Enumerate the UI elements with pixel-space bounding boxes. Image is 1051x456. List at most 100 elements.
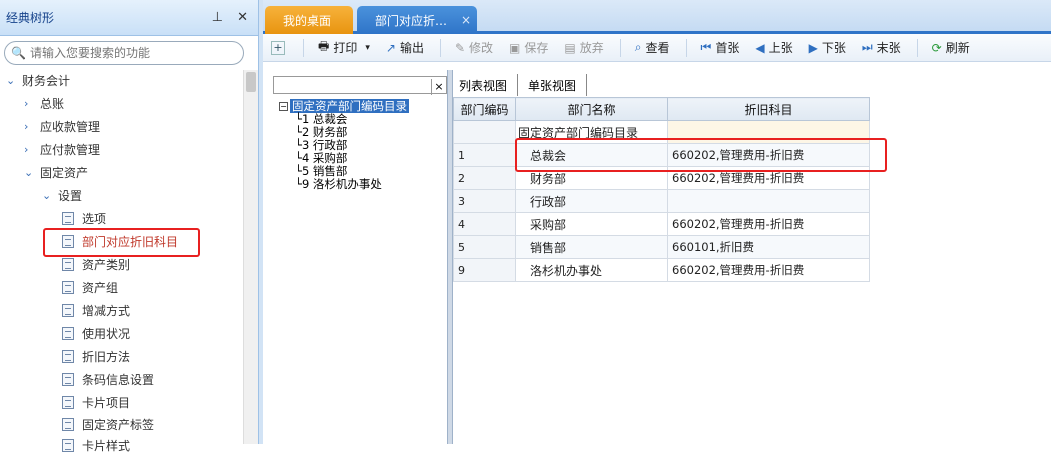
next-button[interactable]: ▶ 下张	[809, 39, 846, 56]
tab-card-view[interactable]: 单张视图	[524, 74, 588, 96]
edit-button[interactable]: ✎ 修改	[455, 39, 493, 56]
add-button[interactable]: +	[271, 40, 285, 55]
tree-item-card-style[interactable]: 卡片样式	[62, 434, 130, 456]
department-tree-pane: × − 固定资产部门编码目录 └1 总裁会 └2 财务部 └3 行政部 └4 采购…	[273, 74, 447, 444]
column-header-code[interactable]: 部门编码	[453, 97, 516, 121]
pin-icon[interactable]: ⊥	[212, 10, 223, 25]
tree-item-asset-labels[interactable]: 固定资产标签	[62, 413, 154, 435]
tree-item-receivables[interactable]: › 应收款管理	[24, 115, 100, 137]
close-icon[interactable]: ✕	[237, 10, 248, 25]
cell-account[interactable]: 660101,折旧费	[667, 235, 870, 259]
tab-label: 我的桌面	[283, 13, 332, 28]
next-icon: ▶	[808, 40, 818, 55]
chevron-down-icon: ⌄	[24, 165, 34, 179]
table-row[interactable]: 4 采购部 660202,管理费用-折旧费	[453, 212, 870, 236]
table-row[interactable]: 3 行政部	[453, 189, 870, 213]
tree-item-fixed-assets[interactable]: ⌄ 固定资产	[24, 161, 88, 183]
tree-item-label: 固定资产标签	[82, 417, 155, 432]
tree-item-depreciation-method[interactable]: 折旧方法	[62, 345, 130, 367]
cell-account[interactable]: 660202,管理费用-折旧费	[667, 212, 870, 236]
discard-button[interactable]: ▤ 放弃	[564, 39, 603, 56]
table-row[interactable]: 2 财务部 660202,管理费用-折旧费	[453, 166, 870, 190]
toolbar-separator	[685, 38, 687, 57]
cell-account[interactable]	[667, 120, 870, 144]
tree-item-finance[interactable]: ⌄ 财务会计	[6, 69, 70, 91]
tree-node[interactable]: └9 洛杉机办事处	[295, 176, 382, 192]
print-button[interactable]: 🖶 打印 ▾	[318, 37, 370, 58]
tree-item-label: 资产类别	[82, 257, 131, 272]
prev-icon: ◀	[755, 40, 765, 55]
pencil-icon: ✎	[454, 40, 466, 55]
tab-dept-depreciation[interactable]: 部门对应折… ×	[357, 6, 477, 34]
left-panel: 经典树形 ⊥ ✕ 🔍 ⌄ 财务会计 › 总账 › 应收款管理 › 应付款管理 ⌄…	[0, 0, 258, 453]
toolbar-separator	[916, 38, 918, 57]
tree-item-dept-depreciation[interactable]: 部门对应折旧科目	[62, 230, 178, 252]
tab-bar: 我的桌面 部门对应折… ×	[263, 0, 1051, 34]
last-button[interactable]: ⏭ 末张	[862, 39, 901, 56]
table-row[interactable]: 5 销售部 660101,折旧费	[453, 235, 870, 259]
column-header-name[interactable]: 部门名称	[515, 97, 668, 121]
tree-filter-input[interactable]: ×	[273, 76, 447, 95]
cell-account[interactable]: 660202,管理费用-折旧费	[667, 143, 870, 167]
cell-account[interactable]	[667, 189, 870, 213]
tree-item-label: 部门对应折旧科目	[82, 234, 179, 249]
tree-item-label: 应付款管理	[40, 142, 101, 157]
tree-item-label: 使用状况	[82, 326, 131, 341]
collapse-icon[interactable]: −	[279, 102, 288, 111]
cell-name: 洛杉机办事处	[515, 258, 668, 282]
tree-item-label: 卡片样式	[82, 438, 131, 453]
scrollbar-thumb[interactable]	[246, 72, 256, 92]
tree-item-card-items[interactable]: 卡片项目	[62, 391, 130, 413]
tree-item-asset-category[interactable]: 资产类别	[62, 253, 130, 275]
table-row[interactable]: 固定资产部门编码目录	[453, 120, 870, 144]
refresh-label: 刷新	[945, 41, 970, 55]
document-icon	[62, 349, 74, 363]
close-icon[interactable]: ×	[431, 79, 446, 95]
cell-name: 总裁会	[515, 143, 668, 167]
tree-item-general-ledger[interactable]: › 总账	[24, 92, 64, 114]
tree-item-change-method[interactable]: 增减方式	[62, 299, 130, 321]
refresh-button[interactable]: ⟳ 刷新	[932, 39, 970, 56]
tab-close-icon[interactable]: ×	[461, 13, 471, 27]
magnifier-icon: ⌕	[634, 40, 642, 54]
document-icon	[62, 303, 74, 317]
tree-item-options[interactable]: 选项	[62, 207, 106, 229]
discard-icon: ▤	[564, 40, 576, 55]
cell-name: 采购部	[515, 212, 668, 236]
toolbar-separator	[303, 38, 304, 57]
export-button[interactable]: ↗ 输出	[386, 39, 424, 56]
column-header-account[interactable]: 折旧科目	[667, 97, 870, 121]
left-panel-title: 经典树形	[6, 11, 55, 25]
cell-account[interactable]: 660202,管理费用-折旧费	[667, 166, 870, 190]
table-row[interactable]: 9 洛杉机办事处 660202,管理费用-折旧费	[453, 258, 870, 282]
tree-item-label: 固定资产	[40, 165, 89, 180]
document-icon	[62, 372, 74, 386]
tree-item-asset-group[interactable]: 资产组	[62, 276, 118, 298]
tree-item-settings[interactable]: ⌄ 设置	[42, 184, 82, 206]
print-label: 打印	[333, 41, 358, 55]
tree-item-usage-status[interactable]: 使用状况	[62, 322, 130, 344]
tree-item-label: 条码信息设置	[82, 372, 155, 387]
tree-item-payables[interactable]: › 应付款管理	[24, 138, 100, 160]
left-scrollbar[interactable]	[243, 70, 258, 444]
tab-my-desktop[interactable]: 我的桌面	[265, 6, 353, 34]
view-button[interactable]: ⌕ 查看	[635, 39, 670, 56]
dropdown-arrow-icon[interactable]: ▾	[365, 43, 370, 53]
edit-label: 修改	[469, 41, 494, 55]
table-row[interactable]: 1 总裁会 660202,管理费用-折旧费	[453, 143, 870, 167]
document-icon	[62, 234, 74, 248]
search-box[interactable]: 🔍	[4, 41, 244, 65]
prev-label: 上张	[768, 41, 793, 55]
search-input[interactable]	[29, 46, 230, 60]
tree-item-label: 设置	[58, 188, 83, 203]
first-button[interactable]: ⏮ 首张	[701, 39, 740, 56]
cell-account[interactable]: 660202,管理费用-折旧费	[667, 258, 870, 282]
document-icon	[62, 417, 74, 431]
tree-item-barcode-settings[interactable]: 条码信息设置	[62, 368, 154, 390]
save-button[interactable]: ▣ 保存	[509, 39, 548, 56]
save-icon: ▣	[509, 40, 521, 55]
tab-list-view[interactable]: 列表视图	[455, 74, 519, 96]
prev-button[interactable]: ◀ 上张	[755, 39, 792, 56]
cell-code: 9	[453, 258, 516, 282]
panel-splitter[interactable]	[258, 0, 263, 444]
